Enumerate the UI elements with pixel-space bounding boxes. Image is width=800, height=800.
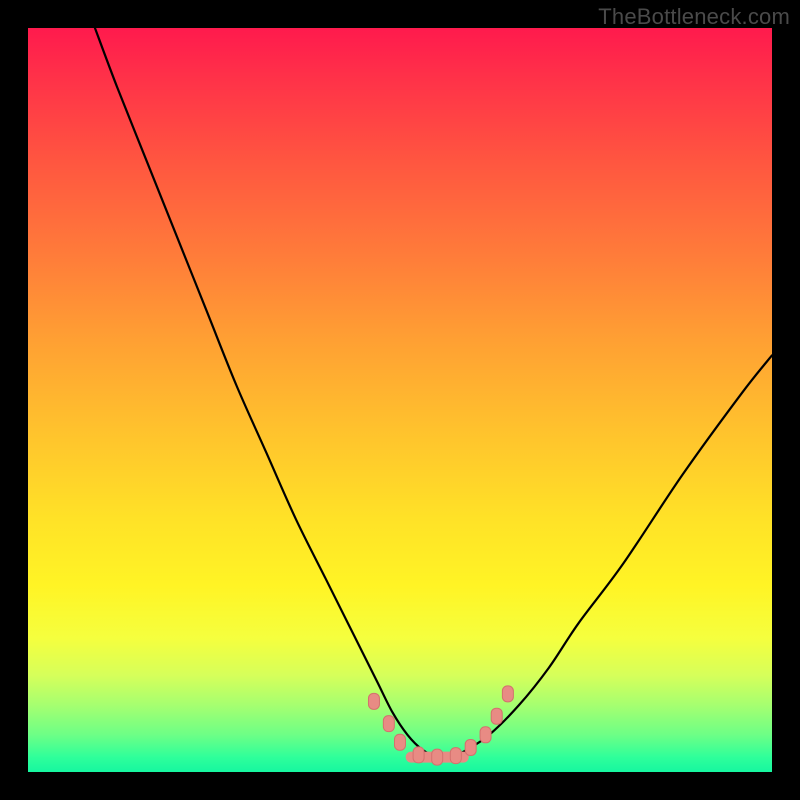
curve-marker bbox=[502, 686, 513, 702]
curve-layer bbox=[28, 28, 772, 772]
chart-frame: TheBottleneck.com bbox=[0, 0, 800, 800]
watermark-text: TheBottleneck.com bbox=[598, 4, 790, 30]
curve-marker bbox=[432, 749, 443, 765]
curve-marker bbox=[413, 747, 424, 763]
curve-marker bbox=[465, 739, 476, 755]
curve-marker bbox=[395, 734, 406, 750]
curve-marker bbox=[491, 708, 502, 724]
curve-marker bbox=[450, 748, 461, 764]
curve-marker bbox=[480, 727, 491, 743]
plot-area bbox=[28, 28, 772, 772]
curve-markers bbox=[368, 686, 513, 765]
bottleneck-curve bbox=[95, 28, 772, 758]
curve-marker bbox=[368, 693, 379, 709]
curve-marker bbox=[383, 716, 394, 732]
